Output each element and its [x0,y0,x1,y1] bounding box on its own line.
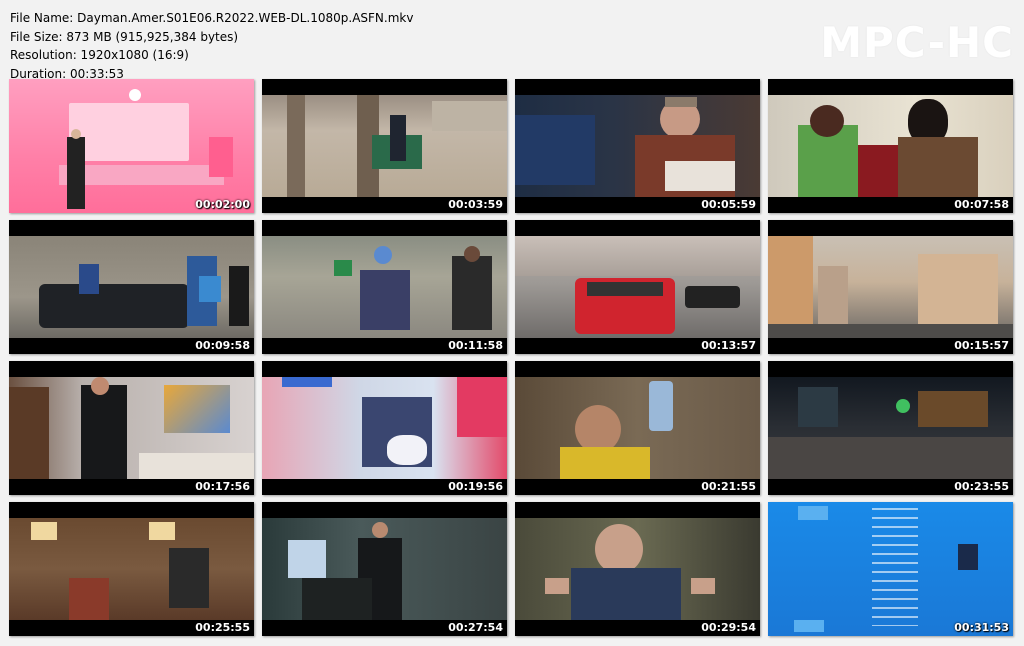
thumbnail[interactable]: 00:11:58 [262,220,507,354]
timestamp: 00:05:59 [701,198,756,211]
resolution: Resolution: 1920x1080 (16:9) [10,48,189,62]
thumbnail[interactable]: 00:27:54 [262,502,507,636]
thumbnail[interactable]: 00:15:57 [768,220,1013,354]
thumbnail[interactable]: 00:05:59 [515,79,760,213]
thumbnail-grid: 00:02:00 00:03:59 00:05:59 00:07:58 00:0… [9,79,1013,636]
thumbnail[interactable]: 00:21:55 [515,361,760,495]
timestamp: 00:03:59 [448,198,503,211]
thumbnail[interactable]: 00:02:00 [9,79,254,213]
timestamp: 00:27:54 [448,621,503,634]
thumbnail[interactable]: 00:09:58 [9,220,254,354]
timestamp: 00:21:55 [701,480,756,493]
thumbnail[interactable]: 00:07:58 [768,79,1013,213]
timestamp: 00:07:58 [954,198,1009,211]
timestamp: 00:17:56 [195,480,250,493]
thumbnail[interactable]: 00:13:57 [515,220,760,354]
timestamp: 00:25:55 [195,621,250,634]
thumbnail[interactable]: 00:17:56 [9,361,254,495]
timestamp: 00:15:57 [954,339,1009,352]
thumbnail[interactable]: 00:29:54 [515,502,760,636]
timestamp: 00:23:55 [954,480,1009,493]
timestamp: 00:11:58 [448,339,503,352]
file-name: File Name: Dayman.Amer.S01E06.R2022.WEB-… [10,11,414,25]
timestamp: 00:29:54 [701,621,756,634]
mpc-hc-logo: MPC-HC [820,18,1014,67]
thumbnail[interactable]: 00:31:53 [768,502,1013,636]
file-info: File Name: Dayman.Amer.S01E06.R2022.WEB-… [10,9,413,83]
file-size: File Size: 873 MB (915,925,384 bytes) [10,29,239,44]
thumbnail[interactable]: 00:25:55 [9,502,254,636]
timestamp: 00:19:56 [448,480,503,493]
timestamp: 00:13:57 [701,339,756,352]
thumbnail[interactable]: 00:03:59 [262,79,507,213]
timestamp: 00:02:00 [195,198,250,211]
timestamp: 00:31:53 [954,621,1009,634]
timestamp: 00:09:58 [195,339,250,352]
thumbnail[interactable]: 00:23:55 [768,361,1013,495]
thumbnail[interactable]: 00:19:56 [262,361,507,495]
